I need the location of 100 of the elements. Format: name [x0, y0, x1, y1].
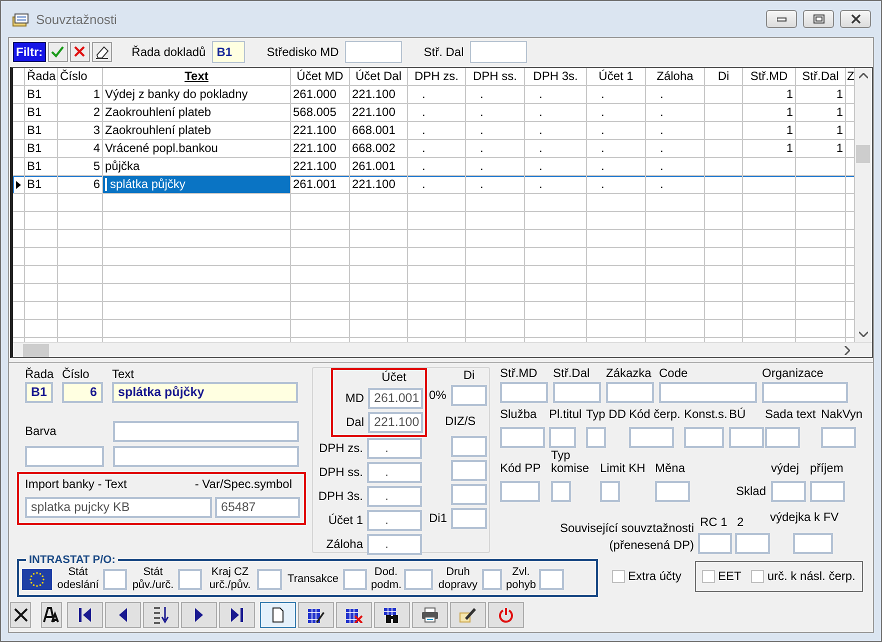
text-field[interactable]: 65487	[215, 497, 300, 518]
toolbar-button[interactable]	[143, 602, 179, 628]
scrollbar-thumb[interactable]	[856, 145, 870, 163]
input-field[interactable]	[549, 426, 576, 448]
text-field[interactable]: B1	[25, 382, 53, 403]
text-field[interactable]: .	[367, 462, 422, 483]
column-header[interactable]: Účet Dal	[350, 68, 408, 86]
maximize-button[interactable]	[803, 10, 834, 28]
toolbar-button[interactable]	[298, 602, 334, 628]
toolbar-button[interactable]	[450, 602, 486, 628]
table-cell: 261.000	[291, 86, 350, 104]
column-header[interactable]: Účet 1	[587, 68, 646, 86]
toolbar-button[interactable]	[10, 602, 31, 628]
column-header[interactable]: Číslo	[58, 68, 103, 86]
table-row[interactable]: B1 1 Výdej z banky do pokladny 261.000 221.100 . . . . . 1 1	[13, 86, 855, 104]
input-field[interactable]	[500, 426, 545, 448]
column-header[interactable]: Text	[103, 68, 291, 86]
toolbar-button[interactable]	[219, 602, 255, 628]
toolbar-button[interactable]	[336, 602, 372, 628]
table-cell	[796, 194, 846, 212]
table-row[interactable]: B1 4 Vrácené popl.bankou 221.100 668.002 . . . . . 1 1	[13, 140, 855, 158]
vertical-scrollbar[interactable]	[855, 68, 871, 342]
table-cell: 3	[58, 122, 103, 140]
toolbar-button[interactable]	[260, 602, 296, 628]
checkbox[interactable]	[612, 570, 625, 582]
text-field[interactable]: splátka půjčky	[112, 382, 298, 403]
text-field[interactable]: .	[367, 510, 422, 531]
input-field[interactable]	[771, 481, 806, 502]
text-field[interactable]: 221.100	[368, 412, 423, 433]
input-field[interactable]	[659, 382, 757, 403]
input-field[interactable]	[765, 426, 800, 448]
input-field[interactable]	[600, 481, 620, 502]
horizontal-scrollbar[interactable]	[13, 342, 872, 357]
column-header[interactable]: Účet MD	[291, 68, 350, 86]
text-field[interactable]: .	[367, 486, 422, 507]
input-field[interactable]	[586, 426, 606, 448]
input-field[interactable]	[113, 421, 299, 442]
filter-field[interactable]	[344, 40, 402, 62]
filter-field[interactable]	[470, 40, 527, 62]
text-field[interactable]: 6	[62, 382, 103, 403]
clear-filter-button[interactable]	[92, 42, 112, 62]
input-field[interactable]	[500, 481, 540, 502]
column-header[interactable]: Di	[705, 68, 743, 86]
input-field[interactable]	[729, 426, 764, 448]
input-field[interactable]	[821, 426, 856, 448]
column-header[interactable]: Řada	[25, 68, 58, 86]
toolbar-button[interactable]	[105, 602, 141, 628]
toolbar-button[interactable]	[181, 602, 217, 628]
input-field[interactable]	[606, 382, 654, 403]
input-field[interactable]	[343, 568, 367, 590]
field-label: Kraj CZ urč./pův.	[208, 566, 252, 592]
column-header[interactable]: DPH 3s.	[525, 68, 587, 86]
input-field[interactable]	[810, 481, 845, 502]
input-field[interactable]	[451, 460, 487, 481]
toolbar-button[interactable]	[67, 602, 103, 628]
toolbar-button[interactable]	[412, 602, 448, 628]
input-field[interactable]	[762, 382, 848, 403]
checkbox[interactable]	[751, 570, 764, 582]
checkbox[interactable]	[702, 570, 715, 582]
column-header[interactable]: DPH ss.	[466, 68, 525, 86]
text-field[interactable]: splatka pujcky KB	[25, 497, 212, 518]
scrollbar-thumb[interactable]	[23, 344, 49, 356]
toolbar-button[interactable]	[374, 602, 410, 628]
minimize-button[interactable]	[766, 10, 797, 28]
input-field[interactable]	[500, 382, 548, 403]
input-field[interactable]	[451, 484, 487, 505]
input-field[interactable]	[553, 382, 601, 403]
input-field[interactable]	[451, 508, 487, 529]
column-header[interactable]: DPH zs.	[408, 68, 466, 86]
input-field[interactable]	[257, 568, 282, 590]
input-field[interactable]	[482, 568, 502, 590]
table-row[interactable]: B1 6 splátka půjčky 261.001 221.100 . . . . .	[13, 176, 855, 194]
input-field[interactable]	[698, 533, 732, 554]
text-field[interactable]: .	[367, 534, 422, 555]
table-row[interactable]: B1 2 Zaokrouhlení plateb 568.005 221.100 . . . . . 1 1	[13, 104, 855, 122]
input-field[interactable]	[103, 568, 127, 590]
column-header[interactable]: Záloha	[646, 68, 705, 86]
input-field[interactable]	[655, 481, 690, 502]
input-field[interactable]	[684, 426, 724, 448]
input-field[interactable]	[539, 568, 564, 590]
input-field[interactable]	[629, 426, 674, 448]
input-field[interactable]	[113, 446, 299, 467]
text-field[interactable]: 261.001	[368, 388, 423, 409]
cancel-filter-button[interactable]	[70, 42, 90, 62]
input-field[interactable]	[178, 568, 202, 590]
input-field[interactable]	[735, 533, 770, 554]
input-field[interactable]	[551, 481, 571, 502]
filter-field[interactable]: B1	[212, 40, 245, 62]
close-button[interactable]	[840, 10, 871, 28]
toolbar-button[interactable]	[41, 602, 62, 628]
input-field[interactable]	[793, 533, 833, 554]
column-header[interactable]: Stř.MD	[743, 68, 796, 86]
apply-filter-button[interactable]	[48, 42, 68, 62]
input-field[interactable]	[451, 385, 487, 406]
input-field[interactable]	[404, 568, 433, 590]
column-header[interactable]: Stř.Dal	[796, 68, 846, 86]
text-field[interactable]: .	[367, 438, 422, 459]
color-field[interactable]	[25, 446, 104, 467]
input-field[interactable]	[451, 436, 487, 457]
table-row[interactable]: B1 3 Zaokrouhlení plateb 221.100 668.001 . . . . . 1 1	[13, 122, 855, 140]
